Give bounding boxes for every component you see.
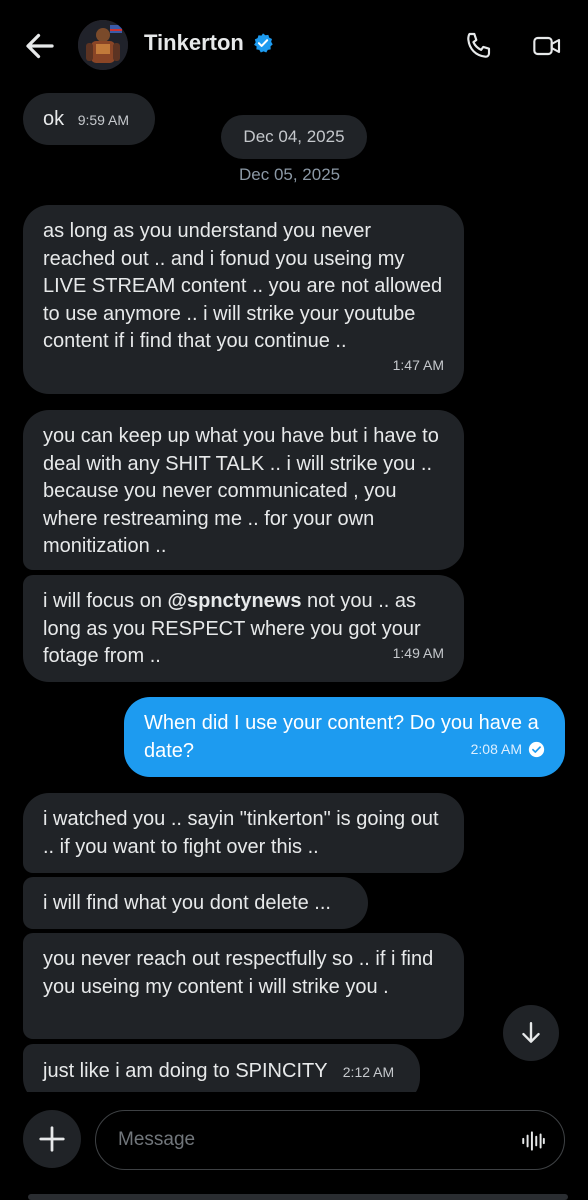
conversation-header: Tinkerton bbox=[0, 0, 588, 92]
message-text: as long as you understand you never reac… bbox=[43, 220, 443, 352]
plus-icon bbox=[39, 1126, 65, 1152]
message-text: i watched you .. sayin "tinkerton" is go… bbox=[43, 808, 439, 858]
message-text: you can keep up what you have but i have… bbox=[43, 425, 439, 557]
date-separator: Dec 04, 2025 bbox=[221, 115, 367, 159]
add-attachment-button[interactable] bbox=[23, 1110, 81, 1168]
message-timestamp: 2:08 AM bbox=[470, 740, 522, 757]
message-bubble[interactable]: you never reach out respectfully so .. i… bbox=[23, 933, 464, 1039]
home-indicator bbox=[28, 1194, 568, 1200]
message-text: i will find what you dont delete ... bbox=[43, 892, 331, 914]
message-timestamp: 1:49 AM bbox=[392, 644, 444, 661]
read-check-icon bbox=[528, 741, 545, 757]
date-label: Dec 04, 2025 bbox=[243, 127, 345, 146]
message-text: just like i am doing to SPINCITY bbox=[43, 1060, 328, 1082]
scroll-to-bottom-button[interactable] bbox=[503, 1005, 559, 1061]
back-arrow-icon[interactable] bbox=[22, 28, 58, 64]
avatar[interactable] bbox=[78, 20, 128, 70]
mention-link[interactable]: @spnctynews bbox=[168, 590, 302, 612]
message-text: you never reach out respectfully so .. i… bbox=[43, 948, 434, 998]
message-bubble[interactable]: i will find what you dont delete ... bbox=[23, 877, 368, 929]
video-camera-icon[interactable] bbox=[531, 30, 563, 62]
voice-wave-icon[interactable] bbox=[520, 1128, 546, 1154]
message-input[interactable]: Message bbox=[95, 1110, 565, 1170]
message-bubble[interactable]: i will focus on @spnctynews not you .. a… bbox=[23, 575, 464, 682]
message-timestamp: 2:12 AM bbox=[342, 1064, 395, 1080]
message-bubble[interactable]: ok 9:59 AM bbox=[23, 93, 155, 145]
message-text: ok bbox=[43, 108, 65, 130]
message-bubble[interactable]: i watched you .. sayin "tinkerton" is go… bbox=[23, 793, 464, 873]
message-text-part: i will focus on bbox=[43, 590, 168, 612]
message-bubble-sent[interactable]: When did I use your content? Do you have… bbox=[124, 697, 565, 777]
page-title: Tinkerton bbox=[144, 30, 244, 55]
arrow-down-icon bbox=[522, 1022, 540, 1043]
message-timestamp: 1:47 AM bbox=[392, 356, 444, 373]
date-separator: Dec 05, 2025 bbox=[239, 165, 340, 185]
date-label: Dec 05, 2025 bbox=[239, 165, 341, 184]
message-placeholder: Message bbox=[118, 1129, 196, 1150]
message-bubble[interactable]: you can keep up what you have but i have… bbox=[23, 410, 464, 570]
message-timestamp: 9:59 AM bbox=[77, 112, 130, 128]
verified-badge-icon bbox=[253, 33, 273, 53]
message-bubble[interactable]: as long as you understand you never reac… bbox=[23, 205, 464, 394]
message-text: i will focus on @spnctynews not you .. a… bbox=[43, 588, 443, 671]
phone-icon[interactable] bbox=[463, 30, 495, 62]
avatar-image bbox=[78, 20, 128, 70]
